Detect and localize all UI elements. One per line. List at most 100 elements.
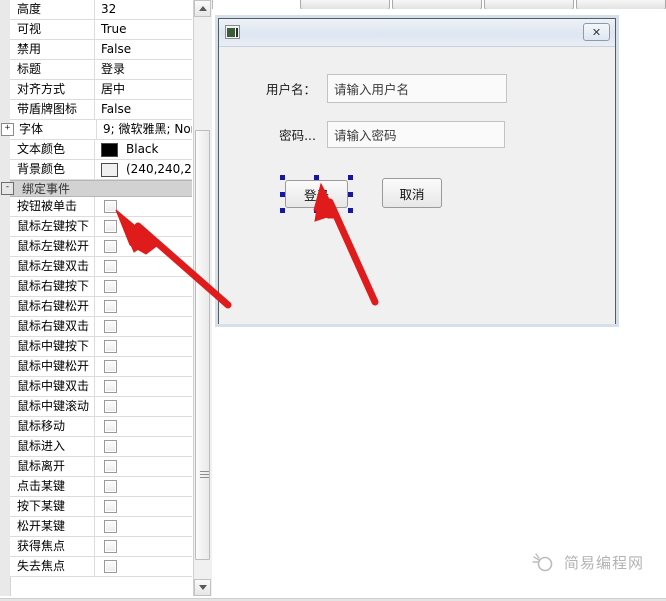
event-checkbox[interactable] xyxy=(104,280,117,293)
property-panel-scrollbar[interactable] xyxy=(193,0,212,596)
event-checkbox[interactable] xyxy=(104,520,117,533)
selection-handle-ne[interactable] xyxy=(348,175,353,180)
property-row-visible[interactable]: 可视 True xyxy=(10,20,192,40)
event-row[interactable]: 鼠标右键松开 xyxy=(10,297,192,317)
event-value-cell[interactable] xyxy=(95,260,192,273)
event-value-cell[interactable] xyxy=(95,400,192,413)
event-checkbox[interactable] xyxy=(104,380,117,393)
cancel-button[interactable]: 取消 xyxy=(382,178,442,208)
event-row[interactable]: 鼠标中键双击 xyxy=(10,377,192,397)
login-form-window[interactable]: ✕ 用户名： 请输入用户名 密码... 请输入密码 登录 取消 xyxy=(218,18,616,324)
scrollbar-thumb[interactable] xyxy=(195,130,210,560)
event-value-cell[interactable] xyxy=(95,380,192,393)
event-checkbox[interactable] xyxy=(104,260,117,273)
event-row[interactable]: 松开某键 xyxy=(10,517,192,537)
event-row[interactable]: 失去焦点 xyxy=(10,557,192,577)
window-titlebar[interactable]: ✕ xyxy=(219,19,615,47)
property-row-font[interactable]: + 字体 9; 微软雅黑; Nor xyxy=(1,120,192,140)
event-value-cell[interactable] xyxy=(95,500,192,513)
event-value-cell[interactable] xyxy=(95,460,192,473)
event-value-cell[interactable] xyxy=(95,420,192,433)
event-value-cell[interactable] xyxy=(95,320,192,333)
event-row[interactable]: 鼠标中键按下 xyxy=(10,337,192,357)
event-row[interactable]: 鼠标中键滚动 xyxy=(10,397,192,417)
scroll-down-button[interactable] xyxy=(194,579,211,596)
event-value-cell[interactable] xyxy=(95,220,192,233)
event-value-cell[interactable] xyxy=(95,520,192,533)
login-button[interactable]: 登录 xyxy=(285,180,348,208)
property-row-align[interactable]: 对齐方式 居中 xyxy=(10,80,192,100)
event-checkbox[interactable] xyxy=(104,400,117,413)
selection-handle-s[interactable] xyxy=(314,208,319,213)
event-checkbox[interactable] xyxy=(104,300,117,313)
event-value-cell[interactable] xyxy=(95,360,192,373)
event-checkbox[interactable] xyxy=(104,480,117,493)
event-row[interactable]: 鼠标右键双击 xyxy=(10,317,192,337)
event-checkbox[interactable] xyxy=(104,220,117,233)
event-row[interactable]: 按下某键 xyxy=(10,497,192,517)
event-row[interactable]: 鼠标进入 xyxy=(10,437,192,457)
event-value-cell[interactable] xyxy=(95,340,192,353)
event-value-cell[interactable] xyxy=(95,480,192,493)
property-value[interactable]: False xyxy=(95,40,192,59)
event-row[interactable]: 按钮被单击 xyxy=(10,197,192,217)
top-tab-strip[interactable] xyxy=(300,0,666,9)
top-tab-4[interactable] xyxy=(576,0,666,9)
property-value[interactable]: 居中 xyxy=(95,80,192,99)
form-designer-canvas[interactable]: ✕ 用户名： 请输入用户名 密码... 请输入密码 登录 取消 xyxy=(212,9,666,601)
event-row[interactable]: 获得焦点 xyxy=(10,537,192,557)
event-value-cell[interactable] xyxy=(95,440,192,453)
event-checkbox[interactable] xyxy=(104,420,117,433)
selection-handle-sw[interactable] xyxy=(280,208,285,213)
selection-handle-se[interactable] xyxy=(348,208,353,213)
scroll-up-button[interactable] xyxy=(194,0,211,17)
event-value-cell[interactable] xyxy=(95,560,192,573)
property-value[interactable]: 9; 微软雅黑; Nor xyxy=(97,120,192,139)
event-checkbox[interactable] xyxy=(104,360,117,373)
property-row-shield-icon[interactable]: 带盾牌图标 False xyxy=(10,100,192,120)
event-checkbox[interactable] xyxy=(104,320,117,333)
top-tab-3[interactable] xyxy=(484,0,574,9)
event-row[interactable]: 鼠标离开 xyxy=(10,457,192,477)
event-checkbox[interactable] xyxy=(104,460,117,473)
property-value[interactable]: True xyxy=(95,20,192,39)
collapse-minus-icon[interactable]: - xyxy=(1,182,14,195)
event-row[interactable]: 鼠标左键松开 xyxy=(10,237,192,257)
group-header-bound-events[interactable]: - 绑定事件 xyxy=(1,180,192,197)
event-row[interactable]: 鼠标左键按下 xyxy=(10,217,192,237)
selection-handle-e[interactable] xyxy=(348,192,353,197)
event-checkbox[interactable] xyxy=(104,500,117,513)
property-value[interactable]: False xyxy=(95,100,192,119)
property-row-backcolor[interactable]: 背景颜色 (240,240,2 xyxy=(10,160,192,180)
selection-handle-n[interactable] xyxy=(314,175,319,180)
top-tab-2[interactable] xyxy=(392,0,482,9)
event-row[interactable]: 鼠标移动 xyxy=(10,417,192,437)
selection-handle-nw[interactable] xyxy=(280,175,285,180)
event-row[interactable]: 鼠标右键按下 xyxy=(10,277,192,297)
event-row[interactable]: 点击某键 xyxy=(10,477,192,497)
event-checkbox[interactable] xyxy=(104,560,117,573)
event-checkbox[interactable] xyxy=(104,540,117,553)
event-checkbox[interactable] xyxy=(104,340,117,353)
top-tab-1[interactable] xyxy=(300,0,390,9)
password-input[interactable]: 请输入密码 xyxy=(327,121,505,148)
property-row-disabled[interactable]: 禁用 False xyxy=(10,40,192,60)
event-checkbox[interactable] xyxy=(104,240,117,253)
close-icon[interactable]: ✕ xyxy=(583,23,610,41)
event-row[interactable]: 鼠标中键松开 xyxy=(10,357,192,377)
username-input[interactable]: 请输入用户名 xyxy=(327,74,507,103)
property-row-height[interactable]: 高度 32 xyxy=(10,0,192,20)
event-value-cell[interactable] xyxy=(95,300,192,313)
property-value[interactable]: 登录 xyxy=(95,60,192,79)
property-row-forecolor[interactable]: 文本颜色 Black xyxy=(10,140,192,160)
event-value-cell[interactable] xyxy=(95,540,192,553)
selection-handle-w[interactable] xyxy=(280,192,285,197)
event-value-cell[interactable] xyxy=(95,240,192,253)
property-value-color[interactable]: Black xyxy=(95,140,192,159)
event-value-cell[interactable] xyxy=(95,280,192,293)
event-value-cell[interactable] xyxy=(95,200,192,213)
property-value[interactable]: 32 xyxy=(95,0,192,19)
property-value-color[interactable]: (240,240,2 xyxy=(95,160,192,179)
event-row[interactable]: 鼠标左键双击 xyxy=(10,257,192,277)
event-checkbox[interactable] xyxy=(104,440,117,453)
